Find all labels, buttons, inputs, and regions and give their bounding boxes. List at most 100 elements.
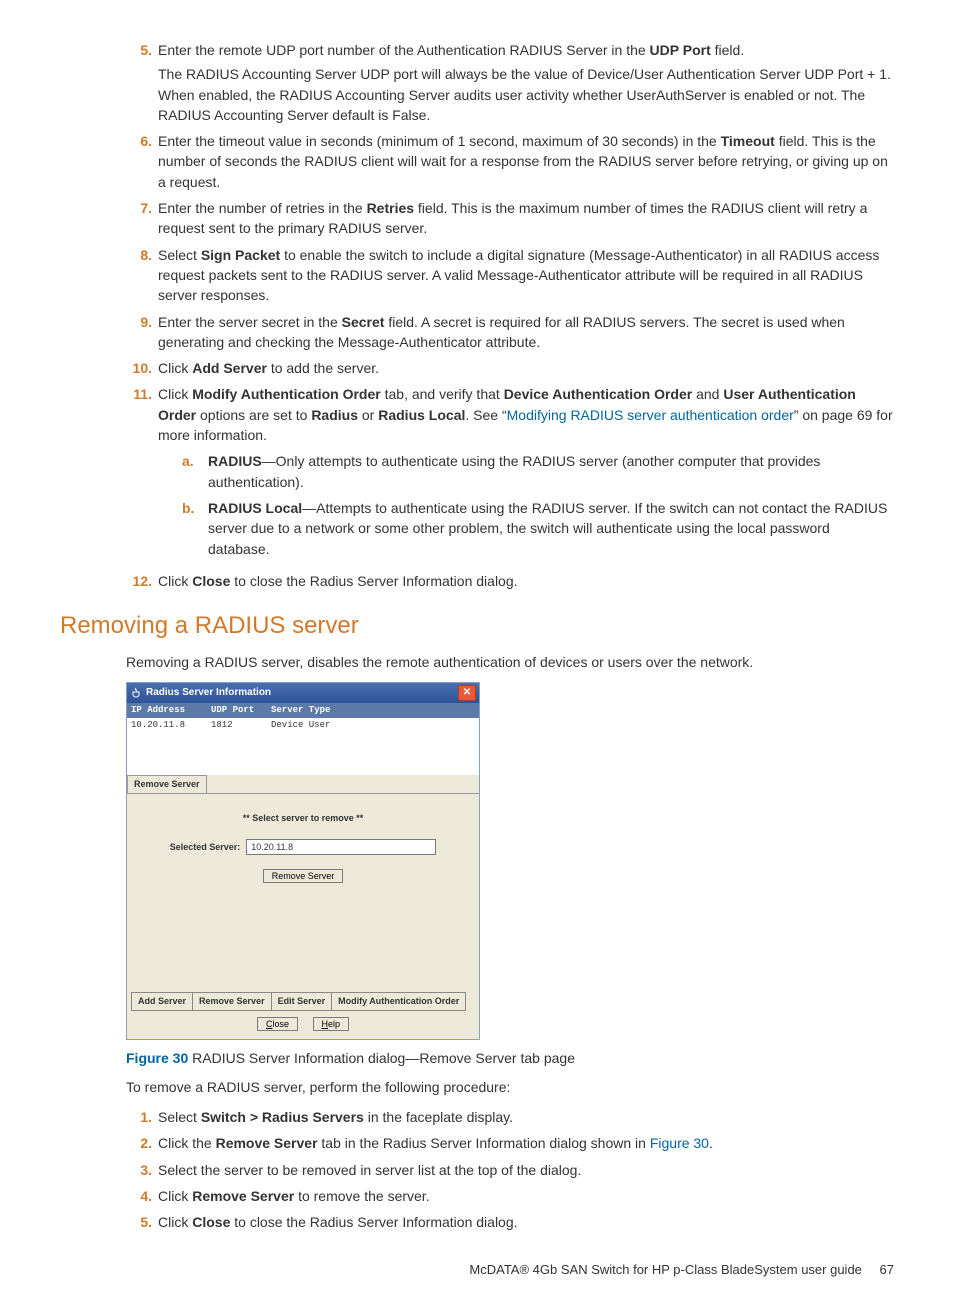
- radius-label: Radius: [311, 407, 358, 423]
- step2-1: 1. Select Switch > Radius Servers in the…: [126, 1107, 894, 1127]
- text: to remove the server.: [294, 1188, 429, 1204]
- substep-number: a.: [182, 451, 208, 492]
- step-number: 11.: [126, 384, 158, 564]
- text: Click: [158, 573, 192, 589]
- text: —Attempts to authenticate using the RADI…: [208, 500, 887, 557]
- select-prompt: ** Select server to remove **: [133, 812, 473, 825]
- step-number: 12.: [126, 571, 158, 591]
- step-11: 11. Click Modify Authentication Order ta…: [126, 384, 894, 564]
- caption-text: RADIUS Server Information dialog—Remove …: [188, 1050, 575, 1066]
- step-9: 9. Enter the server secret in the Secret…: [126, 312, 894, 353]
- substep-list: a. RADIUS—Only attempts to authenticate …: [158, 451, 894, 558]
- step-number: 4.: [126, 1186, 158, 1206]
- section-intro: Removing a RADIUS server, disables the r…: [126, 652, 894, 672]
- tab-remove-server-bottom[interactable]: Remove Server: [192, 992, 272, 1011]
- text: Click: [158, 1188, 192, 1204]
- secret-label: Secret: [342, 314, 385, 330]
- selected-server-field[interactable]: 10.20.11.8: [246, 839, 436, 855]
- close-label: Close: [192, 1214, 230, 1230]
- step-number: 10.: [126, 358, 158, 378]
- text: Select: [158, 247, 201, 263]
- step-body: Select Sign Packet to enable the switch …: [158, 245, 894, 306]
- server-table-row[interactable]: 10.20.11.8 1812 Device User: [127, 718, 479, 733]
- text: and: [692, 386, 723, 402]
- java-icon: [130, 687, 142, 699]
- text: .: [709, 1135, 713, 1151]
- procedure-list-1: 5. Enter the remote UDP port number of t…: [126, 40, 894, 591]
- step-body: Click Close to close the Radius Server I…: [158, 571, 894, 591]
- step-10: 10. Click Add Server to add the server.: [126, 358, 894, 378]
- close-icon[interactable]: ✕: [458, 685, 476, 701]
- radius-local-label: Radius Local: [378, 407, 465, 423]
- page-number: 67: [880, 1262, 894, 1277]
- text: or: [358, 407, 378, 423]
- cross-reference-link[interactable]: Modifying RADIUS server authentication o…: [507, 407, 794, 423]
- close-label: Close: [192, 573, 230, 589]
- close-button[interactable]: Close: [257, 1017, 298, 1031]
- selected-server-label: Selected Server:: [170, 841, 241, 854]
- text: to close the Radius Server Information d…: [230, 1214, 517, 1230]
- step-number: 8.: [126, 245, 158, 306]
- tab-add-server[interactable]: Add Server: [131, 992, 193, 1011]
- substep-body: RADIUS Local—Attempts to authenticate us…: [208, 498, 894, 559]
- step-body: Click the Remove Server tab in the Radiu…: [158, 1133, 894, 1153]
- text: Enter the server secret in the: [158, 314, 342, 330]
- procedure-2-intro: To remove a RADIUS server, perform the f…: [126, 1077, 894, 1097]
- cell-port: 1812: [211, 719, 271, 732]
- step-number: 7.: [126, 198, 158, 239]
- figure-caption: Figure 30 RADIUS Server Information dial…: [126, 1048, 894, 1068]
- step-number: 1.: [126, 1107, 158, 1127]
- text: to add the server.: [267, 360, 379, 376]
- radius-term: RADIUS: [208, 453, 262, 469]
- step-6: 6. Enter the timeout value in seconds (m…: [126, 131, 894, 192]
- substep-number: b.: [182, 498, 208, 559]
- text: options are set to: [196, 407, 311, 423]
- step-number: 3.: [126, 1160, 158, 1180]
- substep-b: b. RADIUS Local—Attempts to authenticate…: [182, 498, 894, 559]
- retries-label: Retries: [367, 200, 414, 216]
- bottom-tabstrip: Add Server Remove Server Edit Server Mod…: [127, 992, 479, 1011]
- text: Click: [158, 1214, 192, 1230]
- cell-type: Device User: [271, 719, 475, 732]
- text: Enter the remote UDP port number of the …: [158, 42, 650, 58]
- timeout-label: Timeout: [721, 133, 775, 149]
- step2-3: 3. Select the server to be removed in se…: [126, 1160, 894, 1180]
- tab-edit-server[interactable]: Edit Server: [271, 992, 333, 1011]
- remove-server-button[interactable]: Remove Server: [263, 869, 344, 883]
- step2-5: 5. Click Close to close the Radius Serve…: [126, 1212, 894, 1232]
- text: lose: [272, 1019, 289, 1029]
- remove-server-panel: ** Select server to remove ** Selected S…: [127, 793, 479, 992]
- text: Enter the timeout value in seconds (mini…: [158, 133, 721, 149]
- figure-link[interactable]: Figure 30: [650, 1135, 709, 1151]
- text: tab, and verify that: [381, 386, 504, 402]
- text: Click: [158, 360, 192, 376]
- step-body: Click Modify Authentication Order tab, a…: [158, 384, 894, 564]
- step-7: 7. Enter the number of retries in the Re…: [126, 198, 894, 239]
- cell-ip: 10.20.11.8: [131, 719, 211, 732]
- sign-packet-label: Sign Packet: [201, 247, 280, 263]
- dialog-title: Radius Server Information: [146, 686, 271, 701]
- remove-server-label: Remove Server: [216, 1135, 318, 1151]
- step-body: Select the server to be removed in serve…: [158, 1160, 894, 1180]
- step-number: 9.: [126, 312, 158, 353]
- step-5: 5. Enter the remote UDP port number of t…: [126, 40, 894, 125]
- step-number: 5.: [126, 40, 158, 125]
- remove-server-label: Remove Server: [192, 1188, 294, 1204]
- step2-4: 4. Click Remove Server to remove the ser…: [126, 1186, 894, 1206]
- footer-text: McDATA® 4Gb SAN Switch for HP p-Class Bl…: [469, 1262, 862, 1277]
- tab-modify-auth-order[interactable]: Modify Authentication Order: [331, 992, 466, 1011]
- tab-remove-server[interactable]: Remove Server: [127, 775, 207, 793]
- substep-a: a. RADIUS—Only attempts to authenticate …: [182, 451, 894, 492]
- udp-port-label: UDP Port: [650, 42, 711, 58]
- radius-server-dialog: Radius Server Information ✕ IP Address U…: [126, 682, 480, 1040]
- step-body: Enter the server secret in the Secret fi…: [158, 312, 894, 353]
- help-button[interactable]: Help: [313, 1017, 350, 1031]
- text: in the faceplate display.: [364, 1109, 513, 1125]
- server-table-empty: [127, 733, 479, 775]
- step2-2: 2. Click the Remove Server tab in the Ra…: [126, 1133, 894, 1153]
- step-body: Enter the timeout value in seconds (mini…: [158, 131, 894, 192]
- step-number: 6.: [126, 131, 158, 192]
- section-heading: Removing a RADIUS server: [60, 609, 894, 644]
- col-ip-address: IP Address: [131, 704, 211, 717]
- text: tab in the Radius Server Information dia…: [318, 1135, 650, 1151]
